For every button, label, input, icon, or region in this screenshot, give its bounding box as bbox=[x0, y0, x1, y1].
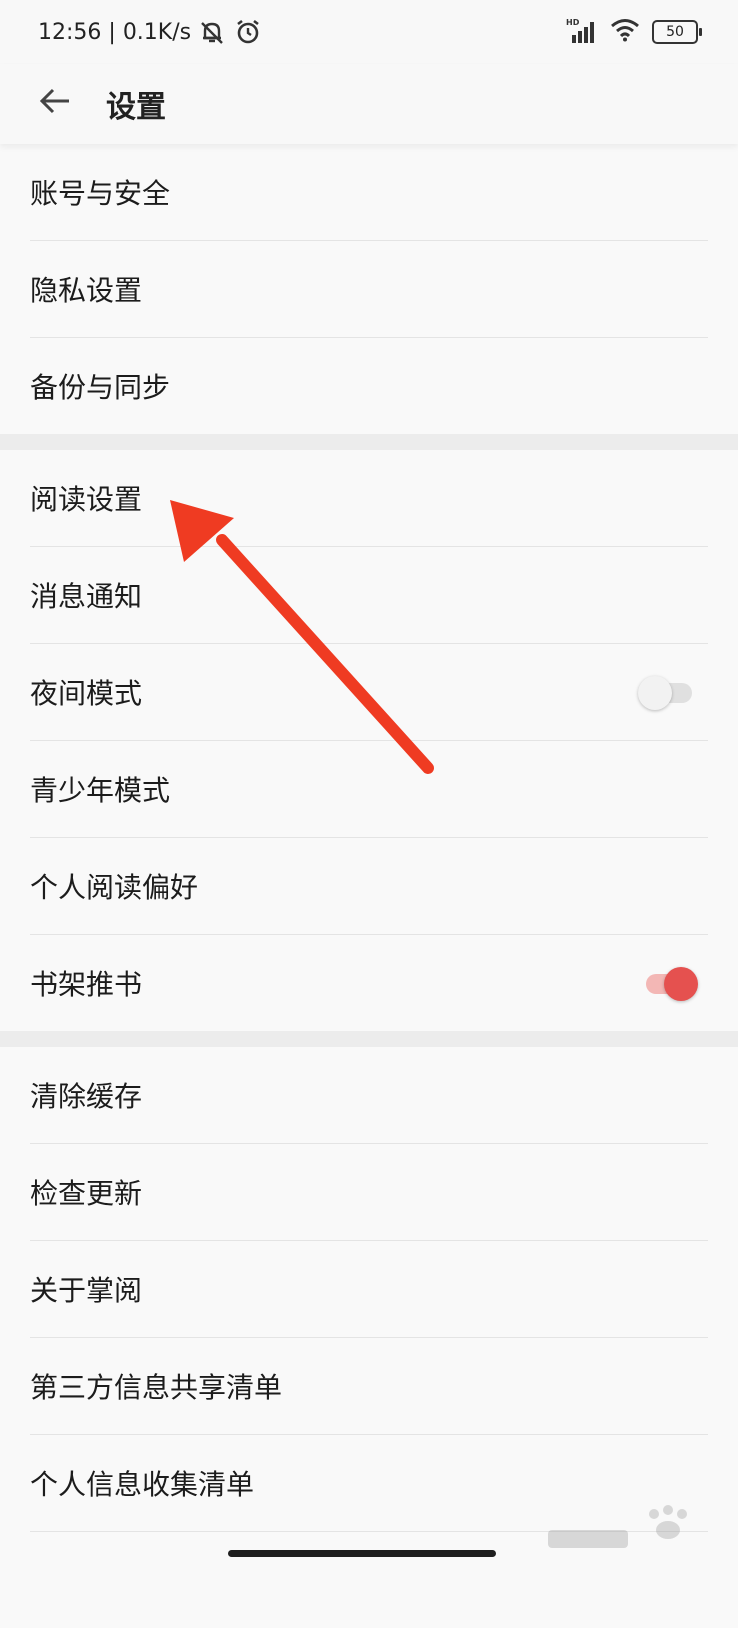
status-right: HD 50 bbox=[556, 16, 702, 48]
settings-item-label: 书架推书 bbox=[30, 968, 143, 1001]
app-bar: 设置 bbox=[0, 64, 738, 144]
settings-item-bookshelf-recommend[interactable]: 书架推书 bbox=[30, 935, 708, 1031]
settings-list: 账号与安全 隐私设置 备份与同步 阅读设置 消息通知 夜间模式 青少年模式 个人… bbox=[0, 144, 738, 1628]
section-divider bbox=[0, 1031, 738, 1047]
settings-item-backup-sync[interactable]: 备份与同步 bbox=[30, 338, 708, 434]
settings-item-label: 夜间模式 bbox=[30, 677, 143, 710]
settings-item-label: 阅读设置 bbox=[30, 483, 143, 516]
signal-hd-badge: HD bbox=[566, 18, 580, 27]
arrow-left-icon bbox=[39, 87, 71, 119]
status-bar: 12:56 | 0.1K/s HD 50 bbox=[0, 0, 738, 64]
home-indicator[interactable] bbox=[228, 1550, 496, 1557]
status-left: 12:56 | 0.1K/s bbox=[38, 16, 263, 48]
settings-item-label: 个人信息收集清单 bbox=[30, 1468, 255, 1501]
toggle-knob bbox=[664, 967, 698, 1001]
back-button[interactable] bbox=[30, 78, 80, 128]
page-title: 设置 bbox=[106, 90, 166, 125]
settings-item-third-party-sharing[interactable]: 第三方信息共享清单 bbox=[30, 1338, 708, 1435]
settings-item-label: 隐私设置 bbox=[30, 274, 143, 307]
settings-item-reading-settings[interactable]: 阅读设置 bbox=[30, 450, 708, 547]
signal-icon: HD bbox=[566, 17, 600, 47]
settings-item-label: 消息通知 bbox=[30, 580, 143, 613]
settings-item-night-mode[interactable]: 夜间模式 bbox=[30, 644, 708, 741]
status-network-speed: 0.1K/s bbox=[122, 19, 192, 45]
battery-icon: 50 bbox=[652, 20, 702, 44]
settings-item-teen-mode[interactable]: 青少年模式 bbox=[30, 741, 708, 838]
settings-item-clear-cache[interactable]: 清除缓存 bbox=[30, 1047, 708, 1144]
settings-item-privacy[interactable]: 隐私设置 bbox=[30, 241, 708, 338]
night-mode-toggle[interactable] bbox=[638, 676, 698, 710]
settings-group-account: 账号与安全 隐私设置 备份与同步 bbox=[0, 144, 738, 434]
dnd-bell-off-icon bbox=[197, 17, 227, 47]
settings-item-label: 备份与同步 bbox=[30, 371, 171, 404]
bookshelf-recommend-toggle[interactable] bbox=[638, 967, 698, 1001]
settings-item-notifications[interactable]: 消息通知 bbox=[30, 547, 708, 644]
settings-item-reading-preference[interactable]: 个人阅读偏好 bbox=[30, 838, 708, 935]
settings-item-check-update[interactable]: 检查更新 bbox=[30, 1144, 708, 1241]
settings-item-label: 检查更新 bbox=[30, 1177, 143, 1210]
battery-level: 50 bbox=[666, 24, 684, 40]
settings-item-label: 清除缓存 bbox=[30, 1080, 143, 1113]
status-time: 12:56 bbox=[38, 19, 102, 45]
wifi-icon bbox=[610, 18, 640, 46]
settings-item-label: 关于掌阅 bbox=[30, 1274, 143, 1307]
settings-group-reading: 阅读设置 消息通知 夜间模式 青少年模式 个人阅读偏好 书架推书 bbox=[0, 450, 738, 1031]
baidu-watermark-icon bbox=[548, 1505, 687, 1548]
status-separator: | bbox=[101, 19, 123, 45]
settings-item-label: 账号与安全 bbox=[30, 177, 171, 210]
alarm-icon bbox=[233, 17, 263, 47]
section-divider bbox=[0, 434, 738, 450]
settings-item-label: 个人阅读偏好 bbox=[30, 871, 199, 904]
settings-item-account-security[interactable]: 账号与安全 bbox=[30, 144, 708, 241]
settings-item-label: 第三方信息共享清单 bbox=[30, 1371, 283, 1404]
settings-item-label: 青少年模式 bbox=[30, 774, 171, 807]
toggle-knob bbox=[638, 676, 672, 710]
settings-item-about[interactable]: 关于掌阅 bbox=[30, 1241, 708, 1338]
